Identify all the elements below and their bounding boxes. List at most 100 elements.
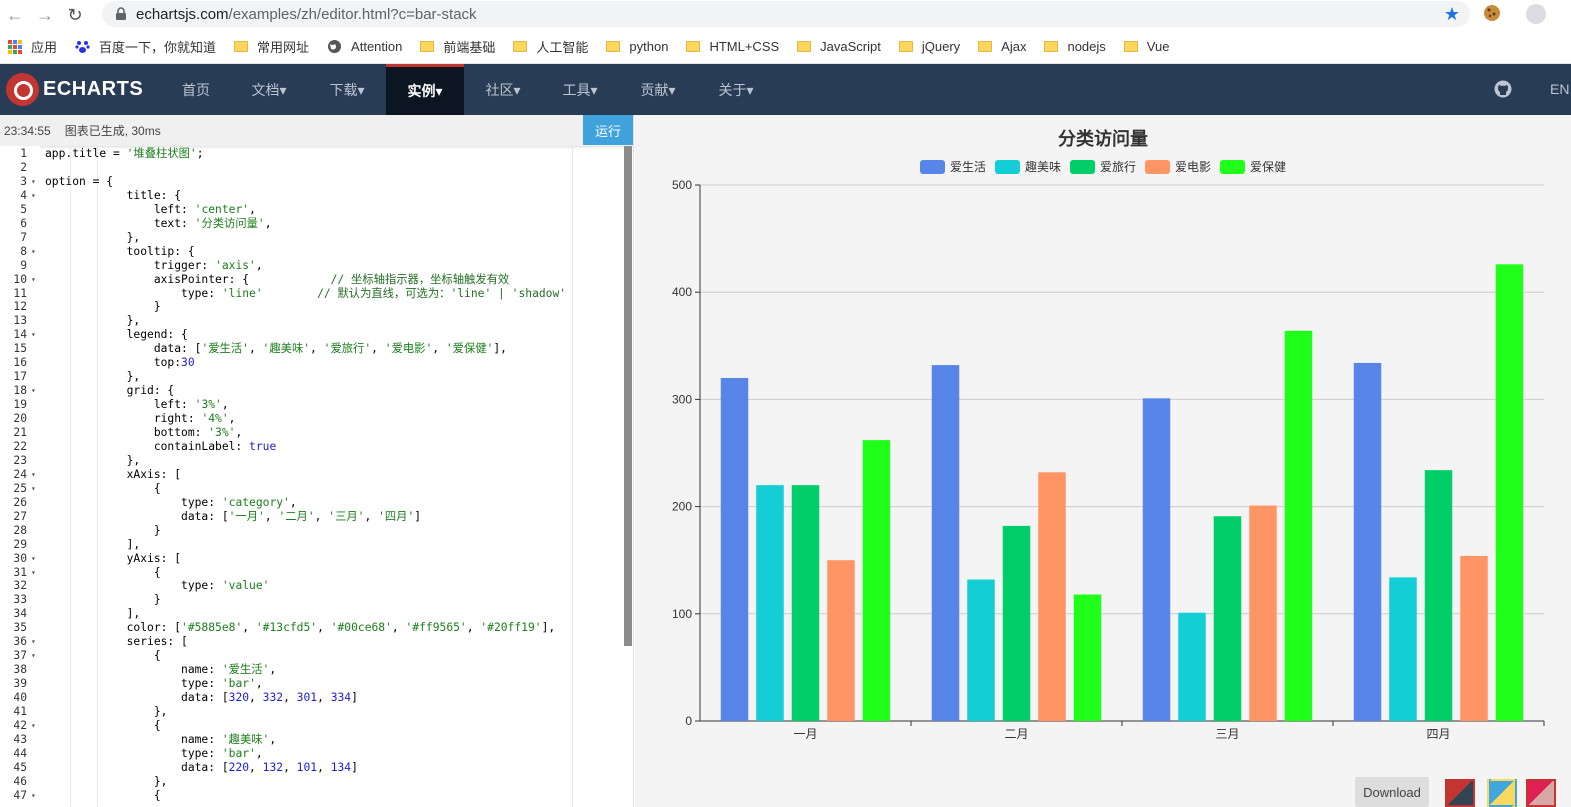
bookmark-folder[interactable]: 常用网址 [234, 37, 309, 56]
fold-toggle-icon[interactable]: ▾ [31, 482, 39, 496]
site-navbar: ECHARTS 首页 文档▾ 下载▾ 实例▾ 社区▾ 工具▾ 贡献▾ 关于▾ E… [0, 64, 1571, 115]
code-line: top:30 [45, 356, 195, 370]
code-line: yAxis: [ [45, 551, 182, 565]
bookmark-folder[interactable]: python [606, 39, 668, 54]
chart-preview-panel: 分类访问量 爱生活 趣美味 爱旅行 爱电影 爱保健 0 100 200 300 400 500 一月 二月… [635, 115, 1571, 807]
fold-toggle-icon[interactable]: ▾ [31, 552, 39, 566]
bookmark-attention[interactable]: Attention [327, 39, 402, 54]
bar [931, 365, 960, 721]
download-button[interactable]: Download [1355, 777, 1429, 807]
line-gutter: 1 2 3 ▾ 4 ▾ 5 6 7 8 ▾ 9 10 ▾ 11 12 13 14 ▾ 15 16 17 18 ▾ 19 20 21 2… [0, 146, 40, 807]
theme-thumbnail-3[interactable] [1526, 779, 1556, 807]
fold-toggle-icon[interactable]: ▾ [31, 649, 39, 663]
line-number: 45 [13, 760, 27, 774]
echarts-logo[interactable]: ECHARTS [6, 72, 143, 106]
line-number: 3 [20, 174, 27, 188]
code-line: ], [45, 607, 141, 621]
print-margin [572, 146, 573, 807]
folder-icon [513, 41, 528, 52]
x-tick-label: 四月 [1426, 727, 1450, 741]
bookmark-folder[interactable]: nodejs [1044, 39, 1106, 54]
bookmark-folder[interactable]: jQuery [898, 39, 961, 54]
fold-toggle-icon[interactable]: ▾ [31, 384, 39, 398]
line-number: 10 [13, 272, 27, 286]
bookmark-folder[interactable]: HTML+CSS [686, 39, 779, 54]
folder-icon [797, 41, 812, 52]
bar [827, 560, 855, 721]
line-number: 12 [13, 300, 27, 314]
line-number: 46 [13, 774, 27, 788]
bar [1424, 470, 1453, 721]
line-number: 21 [13, 426, 27, 439]
fold-toggle-icon[interactable]: ▾ [31, 245, 39, 259]
forward-button[interactable]: → [30, 0, 60, 30]
fold-toggle-icon[interactable]: ▾ [31, 175, 39, 189]
bookmark-label: nodejs [1067, 39, 1106, 54]
bookmark-label: python [629, 39, 669, 54]
code-line: series: [ [45, 635, 188, 649]
line-number: 28 [13, 523, 27, 537]
nav-home[interactable]: 首页 [164, 64, 228, 115]
address-bar[interactable]: echartsjs.com/examples/zh/editor.html?c=… [102, 1, 1470, 27]
fold-toggle-icon[interactable]: ▾ [31, 566, 39, 580]
fold-toggle-icon[interactable]: ▾ [31, 468, 39, 482]
y-tick-label: 300 [672, 392, 692, 406]
bookmark-folder[interactable]: 前端基础 [420, 37, 495, 56]
code-area[interactable]: 1 2 3 ▾ 4 ▾ 5 6 7 8 ▾ 9 10 ▾ 11 12 13 14 ▾ 15 16 17 18 ▾ 19 20 21 2… [0, 146, 633, 807]
code-line: data: ['爱生活', '趣美味', '爱旅行', '爱电影', '爱保健'… [45, 342, 507, 356]
github-icon[interactable] [1494, 80, 1512, 98]
back-button[interactable]: ← [0, 0, 30, 30]
fold-toggle-icon[interactable]: ▾ [31, 789, 39, 803]
folder-icon [898, 41, 913, 52]
theme-thumbnail-2[interactable] [1487, 779, 1517, 807]
lock-icon [116, 7, 126, 20]
fold-toggle-icon[interactable]: ▾ [31, 328, 39, 342]
bookmark-label: 百度一下，你就知道 [99, 40, 217, 55]
line-number: 44 [13, 746, 27, 760]
line-number: 17 [13, 370, 27, 384]
profile-avatar-icon[interactable] [1526, 4, 1546, 24]
nav-contribute[interactable]: 贡献▾ [625, 64, 691, 115]
bookmark-folder[interactable]: Vue [1123, 39, 1169, 54]
cookie-extension-icon[interactable] [1483, 4, 1501, 22]
y-tick-label: 500 [672, 178, 692, 192]
nav-community[interactable]: 社区▾ [470, 64, 536, 115]
nav-download[interactable]: 下载▾ [314, 64, 380, 115]
bookmark-baidu[interactable]: 百度一下，你就知道 [75, 37, 216, 56]
bookmark-label: Ajax [1001, 39, 1027, 54]
code-line: right: '4%', [45, 412, 236, 426]
fold-toggle-icon[interactable]: ▾ [31, 273, 39, 287]
fold-toggle-icon[interactable]: ▾ [31, 635, 39, 649]
reload-button[interactable]: ↻ [60, 0, 90, 30]
echarts-logo-icon [6, 72, 39, 106]
line-number: 39 [13, 677, 27, 691]
bookmark-folder[interactable]: 人工智能 [513, 37, 588, 56]
nav-tools[interactable]: 工具▾ [547, 64, 613, 115]
nav-examples[interactable]: 实例▾ [386, 64, 464, 115]
bookmark-label: Attention [351, 39, 403, 54]
x-tick-label: 三月 [1215, 727, 1239, 741]
code-line: left: 'center', [45, 202, 256, 216]
fold-toggle-icon[interactable]: ▾ [31, 189, 39, 203]
code-line: containLabel: true [45, 439, 277, 453]
theme-thumbnail-1[interactable] [1445, 779, 1475, 807]
bookmark-star-icon[interactable]: ★ [1444, 4, 1460, 25]
line-number: 9 [20, 258, 27, 272]
nav-about[interactable]: 关于▾ [703, 64, 769, 115]
language-switch[interactable]: EN [1550, 81, 1569, 97]
legend-label: 爱保健 [1250, 160, 1286, 174]
editor-scrollbar[interactable] [624, 146, 632, 646]
line-number: 13 [13, 314, 27, 328]
code-line: }, [45, 453, 141, 467]
bar [1353, 362, 1382, 721]
bookmark-apps[interactable]: 应用 [8, 37, 57, 56]
bookmark-folder[interactable]: JavaScript [797, 39, 881, 54]
line-number: 30 [13, 551, 27, 565]
fold-toggle-icon[interactable]: ▾ [31, 719, 39, 733]
run-button[interactable]: 运行 [583, 115, 633, 145]
line-number: 35 [13, 621, 27, 635]
bookmark-folder[interactable]: Ajax [978, 39, 1026, 54]
bookmark-label: jQuery [921, 39, 961, 54]
line-number: 32 [13, 579, 27, 593]
nav-docs[interactable]: 文档▾ [236, 64, 302, 115]
